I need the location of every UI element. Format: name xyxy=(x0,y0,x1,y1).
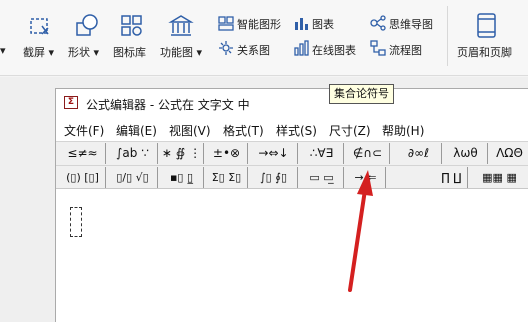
screen: ▾ 截屏 ▾ 形状 ▾ 图标库 功能图 ▾ 智能图形 关系图 图表 在线图表 思… xyxy=(0,0,528,322)
annotation-arrow-icon xyxy=(348,170,373,292)
